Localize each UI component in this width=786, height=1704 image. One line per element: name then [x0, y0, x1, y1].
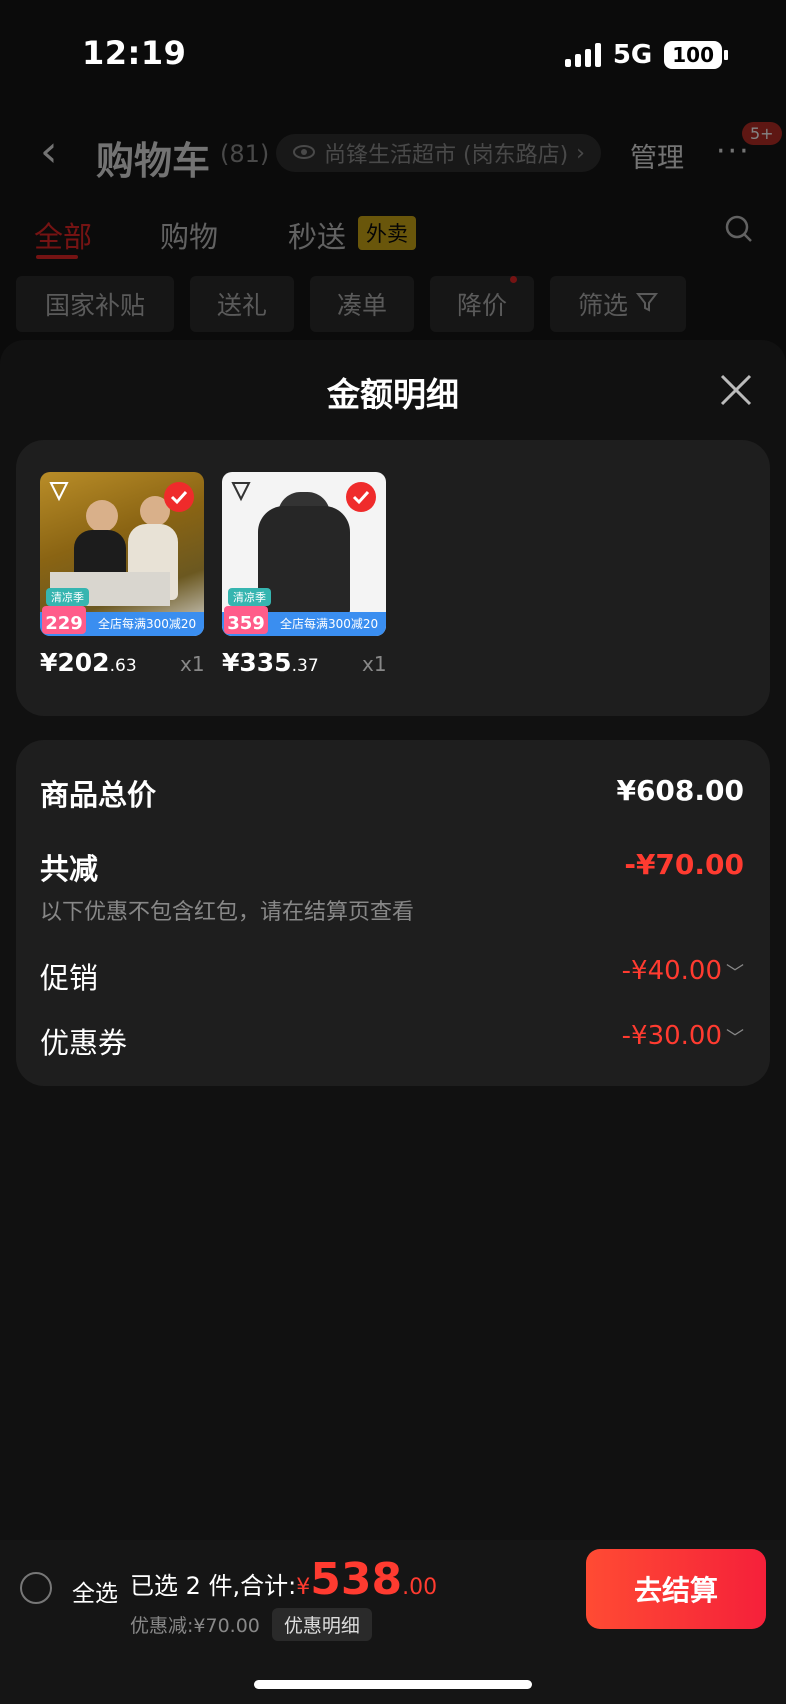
back-icon[interactable]: ‹ — [40, 126, 58, 177]
battery-icon: 100 — [664, 41, 728, 69]
takeout-tag: 外卖 — [358, 216, 416, 250]
promo-text: 全店每满300减20 — [280, 617, 379, 631]
battery-level: 100 — [664, 41, 722, 69]
funnel-icon — [635, 290, 659, 319]
reduce-value: -¥70.00 — [624, 848, 744, 881]
tab-shopping[interactable]: 购物 — [160, 214, 218, 256]
selected-check-icon[interactable] — [164, 482, 194, 512]
promotion-value: -¥40.00 — [621, 956, 722, 986]
jacket-body — [258, 506, 350, 616]
cellular-signal-icon — [564, 43, 601, 67]
total-currency: ¥ — [296, 1575, 311, 1600]
message-badge: 5+ — [742, 122, 782, 145]
close-icon[interactable] — [716, 370, 756, 414]
promo-text: 全店每满300减20 — [98, 617, 197, 631]
select-all-label[interactable]: 全选 — [72, 1574, 118, 1608]
discount-detail-button[interactable]: 优惠明细 — [271, 1608, 372, 1641]
chevron-down-icon: ﹀ — [726, 963, 744, 984]
tab-active-indicator — [36, 255, 78, 259]
discount-text: 优惠减:¥70.00 — [130, 1615, 260, 1637]
home-indicator[interactable] — [254, 1680, 532, 1689]
reduce-note: 以下优惠不包含红包，请在结算页查看 — [40, 900, 415, 925]
promotion-row[interactable]: -¥40.00 ﹀ — [622, 956, 744, 986]
brand-logo-icon — [230, 480, 252, 502]
product-image-2[interactable]: 清凉季 359 全店每满300减20 — [222, 472, 386, 636]
tab-instant-delivery[interactable]: 秒送 — [288, 214, 346, 256]
coupon-row[interactable]: -¥30.00 ﹀ — [622, 1021, 744, 1051]
promo-season-tag: 清凉季 — [46, 588, 89, 606]
promo-price: 229 — [42, 606, 86, 634]
price-drop-dot — [510, 276, 517, 283]
item-price-2: ¥335.37 — [222, 648, 319, 677]
item-price-1: ¥202.63 — [40, 648, 137, 677]
promotion-label: 促销 — [40, 961, 99, 995]
filter-price-drop[interactable]: 降价 — [430, 276, 534, 332]
tab-all[interactable]: 全部 — [34, 214, 92, 256]
coupon-value: -¥30.00 — [621, 1021, 722, 1051]
total-prefix: 已选 2 件,合计: — [130, 1572, 297, 1600]
sheet-title: 金额明细 — [327, 375, 459, 414]
select-all-radio[interactable] — [20, 1572, 52, 1604]
store-name: 尚锋生活超市 (岗东路店) — [324, 143, 569, 168]
filter-bundle[interactable]: 凑单 — [310, 276, 414, 332]
discount-line: 优惠减:¥70.00 优惠明细 — [130, 1608, 372, 1641]
reduce-label: 共减 — [40, 852, 99, 886]
cart-count: (81) — [220, 140, 270, 168]
manage-button[interactable]: 管理 — [630, 136, 684, 175]
store-selector[interactable]: 尚锋生活超市 (岗东路店) › — [276, 134, 601, 172]
chevron-down-icon: ﹀ — [726, 1028, 744, 1049]
filter-national-subsidy[interactable]: 国家补贴 — [16, 276, 174, 332]
product-image-1[interactable]: 清凉季 229 全店每满300减20 — [40, 472, 204, 636]
network-type: 5G — [612, 40, 653, 70]
item-qty-2: x1 — [362, 652, 387, 676]
search-icon[interactable] — [724, 214, 754, 248]
total-decimal: .00 — [402, 1575, 438, 1600]
status-indicators: 5G 100 — [564, 40, 728, 70]
eye-icon — [292, 141, 316, 166]
coupon-label: 优惠券 — [40, 1026, 128, 1060]
total-line: 已选 2 件,合计: ¥ 538 .00 — [130, 1554, 437, 1605]
filter-label: 筛选 — [577, 291, 628, 320]
page-title: 购物车 — [96, 139, 211, 183]
status-time: 12:19 — [82, 34, 187, 72]
item-qty-1: x1 — [180, 652, 205, 676]
promo-price: 359 — [224, 606, 268, 634]
filter-button[interactable]: 筛选 — [550, 276, 686, 332]
total-amount: 538 — [310, 1554, 403, 1605]
brand-logo-icon — [48, 480, 70, 502]
checkout-button[interactable]: 去结算 — [586, 1549, 766, 1629]
goods-total-label: 商品总价 — [40, 778, 157, 812]
chevron-right-icon: › — [576, 140, 585, 166]
selected-check-icon[interactable] — [346, 482, 376, 512]
promo-season-tag: 清凉季 — [228, 588, 271, 606]
filter-gift[interactable]: 送礼 — [190, 276, 294, 332]
goods-total-value: ¥608.00 — [616, 774, 744, 807]
